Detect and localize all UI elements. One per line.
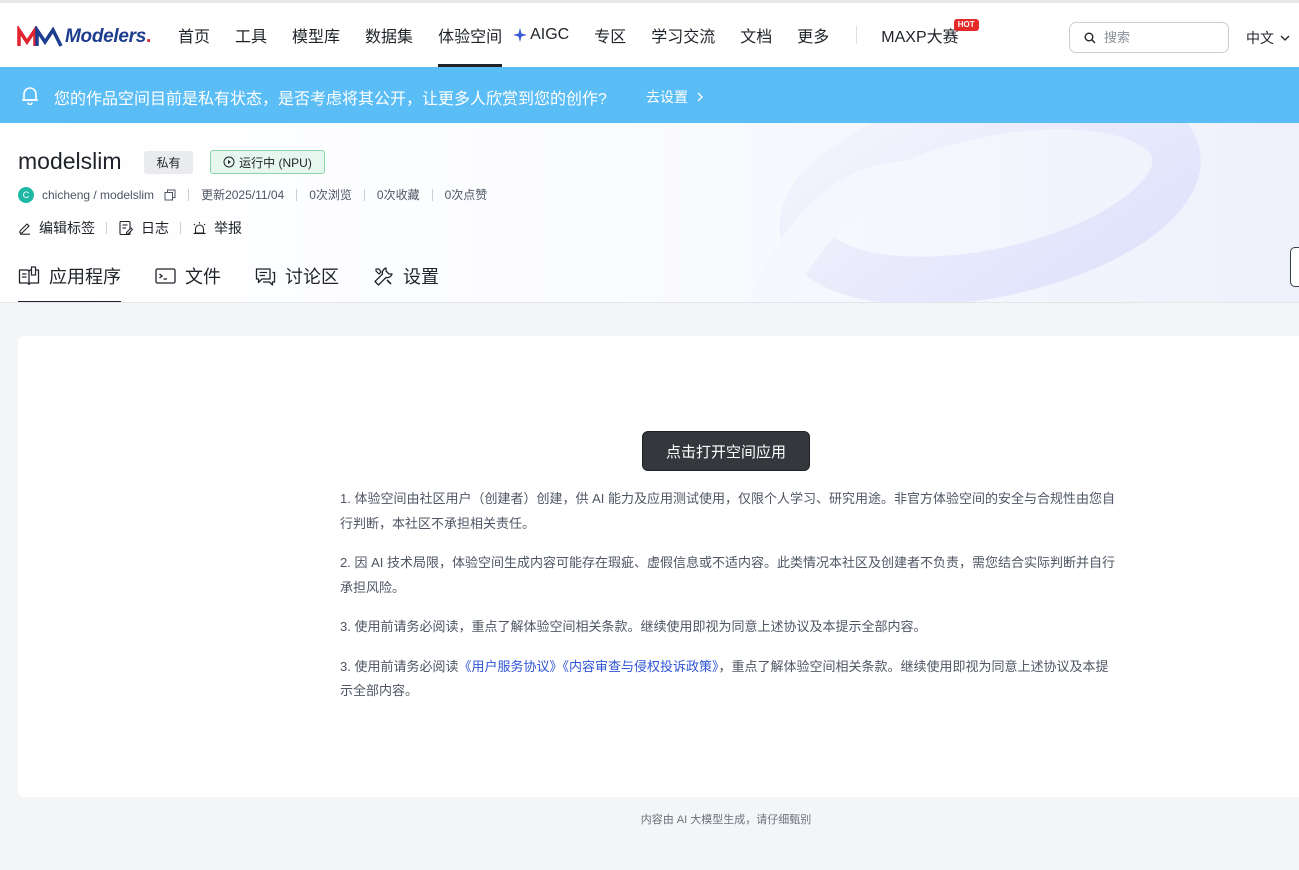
- likes-count: 0次点赞: [444, 188, 488, 202]
- content-policy-link[interactable]: 《内容审查与侵权投诉政策》: [562, 659, 718, 674]
- status-badge: 运行中 (NPU): [210, 150, 325, 174]
- tab-app-label: 应用程序: [49, 267, 121, 287]
- space-header: modelslim 私有 运行中 (NPU) C chicheng / mode…: [0, 123, 1299, 303]
- copy-icon[interactable]: [164, 189, 176, 201]
- term-prefix: 3. 使用前请务必阅读: [340, 658, 459, 674]
- banner-message: 您的作品空间目前是私有状态，是否考虑将其公开，让更多人欣赏到您的创作?: [54, 91, 607, 108]
- nav-tools[interactable]: 工具: [235, 3, 267, 67]
- nav-spaces[interactable]: 体验空间: [438, 3, 503, 67]
- tab-discussion-label: 讨论区: [285, 267, 339, 287]
- space-path[interactable]: chicheng / modelslim: [42, 188, 154, 202]
- nav-divider: [856, 26, 858, 44]
- nav-maxp-label: MAXP大赛: [881, 29, 959, 46]
- meta-divider: [188, 188, 190, 201]
- visibility-badge: 私有: [144, 151, 193, 174]
- terminal-icon: [155, 268, 176, 284]
- logo-dot: .: [146, 26, 152, 47]
- disclaimer-terms: 1. 体验空间由社区用户（创建者）创建，供 AI 能力及应用测试使用，仅限个人学…: [340, 487, 1115, 719]
- term-item: 1. 体验空间由社区用户（创建者）创建，供 AI 能力及应用测试使用，仅限个人学…: [340, 491, 1115, 531]
- nav-datasets[interactable]: 数据集: [365, 3, 413, 67]
- open-space-app-button[interactable]: 点击打开空间应用: [642, 431, 810, 471]
- tab-settings[interactable]: 设置: [373, 253, 439, 302]
- edit-tags-label: 编辑标签: [39, 220, 95, 236]
- chevron-right-icon: [697, 92, 703, 102]
- nav-zone[interactable]: 专区: [594, 3, 626, 67]
- nav-maxp[interactable]: MAXP大赛 HOT: [881, 3, 979, 67]
- tab-settings-label: 设置: [403, 267, 439, 287]
- decorative-ring-graphic: [751, 123, 1201, 302]
- meta-divider: [363, 188, 365, 201]
- log-label: 日志: [141, 220, 169, 236]
- nav-home[interactable]: 首页: [178, 3, 210, 67]
- search-box[interactable]: [1069, 22, 1229, 53]
- favorites-count: 0次收藏: [376, 188, 420, 202]
- logo-text: Modelers: [65, 26, 147, 47]
- nav-aigc-label: AIGC: [530, 26, 570, 43]
- private-notice-banner: 您的作品空间目前是私有状态，是否考虑将其公开，让更多人欣赏到您的创作? 去设置: [0, 67, 1299, 123]
- action-divider: [180, 222, 181, 234]
- go-settings-label: 去设置: [646, 89, 688, 105]
- search-icon: [1084, 32, 1096, 43]
- meta-divider: [431, 188, 433, 201]
- term-item: 2. 因 AI 技术局限，体验空间生成内容可能存在瑕疵、虚假信息或不适内容。此类…: [340, 555, 1115, 595]
- tab-files-label: 文件: [185, 267, 221, 287]
- updated-date: 更新2025/11/04: [201, 188, 285, 202]
- log-icon: [119, 220, 134, 236]
- views-count: 0次浏览: [309, 188, 352, 202]
- report-label: 举报: [214, 220, 242, 236]
- log-button[interactable]: 日志: [118, 218, 169, 238]
- tab-app[interactable]: 应用程序: [18, 253, 121, 302]
- nav-models[interactable]: 模型库: [292, 3, 340, 67]
- nav-docs[interactable]: 文档: [740, 3, 772, 67]
- space-tabs: 应用程序 文件 讨论区 设置: [18, 253, 473, 302]
- chat-icon: [255, 267, 276, 286]
- pencil-icon: [19, 223, 30, 235]
- term-item: 3. 使用前请务必阅读，重点了解体验空间相关条款。继续使用即视为同意上述协议及本…: [340, 619, 927, 634]
- play-circle-icon: [223, 156, 235, 168]
- space-title: modelslim: [18, 148, 122, 174]
- term-item-with-links: 3. 使用前请务必阅读《用户服务协议》《内容审查与侵权投诉政策》，重点了解体验空…: [340, 655, 1115, 704]
- logo-mark-icon: [17, 26, 63, 47]
- main-nav: 首页 工具 模型库 数据集 体验空间 AIGC 专区 学习交流 文档 更多 MA…: [178, 3, 984, 67]
- avatar[interactable]: C: [18, 186, 34, 203]
- top-navbar: Modelers. 首页 工具 模型库 数据集 体验空间 AIGC 专区 学习交…: [0, 0, 1299, 67]
- language-label: 中文: [1246, 30, 1274, 46]
- meta-divider: [296, 188, 298, 201]
- language-select[interactable]: 中文: [1246, 28, 1291, 48]
- report-button[interactable]: 举报: [192, 218, 242, 238]
- edit-tags-button[interactable]: 编辑标签: [18, 218, 95, 238]
- bell-icon: [22, 87, 38, 105]
- go-settings-link[interactable]: 去设置: [646, 87, 706, 107]
- book-icon: [18, 266, 40, 286]
- side-panel-toggle[interactable]: [1290, 247, 1299, 287]
- search-input[interactable]: [1104, 30, 1214, 45]
- nav-learning[interactable]: 学习交流: [651, 3, 715, 67]
- modelers-logo[interactable]: Modelers.: [17, 24, 151, 50]
- space-actions: 编辑标签 日志 举报: [18, 218, 242, 238]
- tab-files[interactable]: 文件: [155, 253, 221, 302]
- status-label: 运行中 (NPU): [239, 155, 312, 170]
- chevron-down-icon: [1280, 35, 1290, 41]
- nav-more[interactable]: 更多: [797, 3, 829, 67]
- tab-discussion[interactable]: 讨论区: [255, 253, 339, 302]
- action-divider: [106, 222, 107, 234]
- user-agreement-link[interactable]: 《用户服务协议》: [458, 659, 562, 674]
- tools-icon: [374, 266, 393, 286]
- space-meta: C chicheng / modelslim 更新2025/11/04 0次浏览…: [18, 186, 487, 203]
- sparkle-icon: [513, 28, 528, 42]
- alarm-icon: [193, 222, 206, 235]
- ai-content-footer: 内容由 AI 大模型生成，请仔细甄别: [640, 814, 812, 826]
- nav-aigc[interactable]: AIGC: [512, 3, 569, 67]
- hot-badge: HOT: [953, 19, 979, 31]
